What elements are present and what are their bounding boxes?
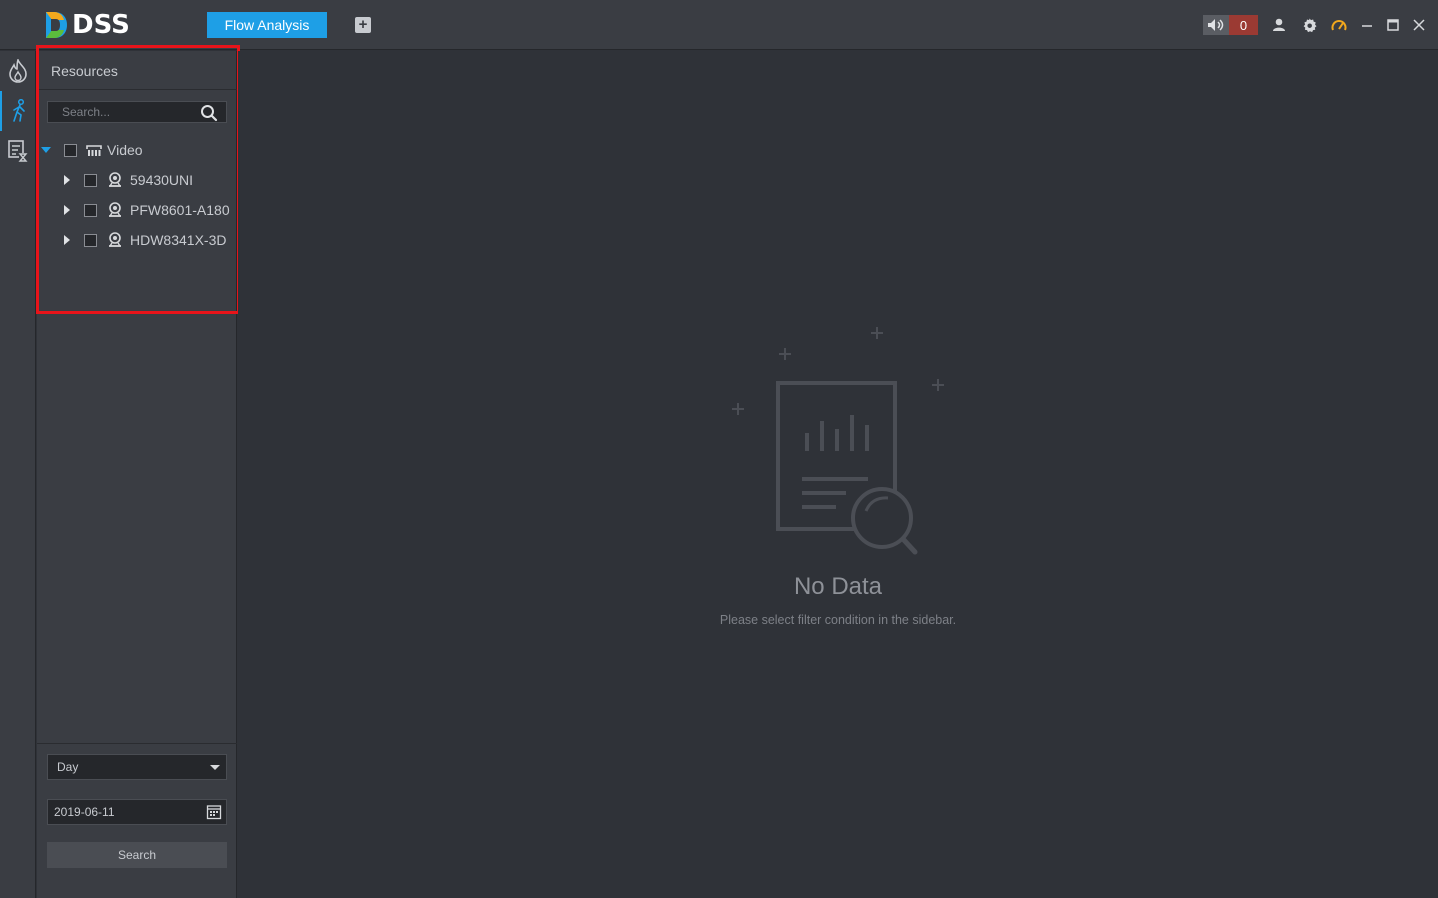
camera-icon — [107, 202, 123, 218]
top-bar: DSS Flow Analysis + 0 — [0, 0, 1438, 50]
camera-icon — [107, 172, 123, 188]
tree-node-label[interactable]: Video — [107, 142, 143, 158]
tree-checkbox[interactable] — [84, 173, 97, 187]
camera-icon — [107, 232, 123, 248]
resources-title: Resources — [51, 63, 118, 79]
tree-node-label[interactable]: PFW8601-A180 — [130, 202, 230, 218]
search-button[interactable]: Search — [47, 842, 227, 868]
chevron-down-icon — [210, 765, 220, 770]
no-data-title: No Data — [793, 573, 883, 600]
device-group-icon — [86, 142, 102, 158]
main-content: No Data Please select filter condition i… — [238, 51, 1438, 898]
expand-toggle[interactable] — [41, 145, 51, 155]
tree-checkbox[interactable] — [84, 233, 97, 247]
expand-toggle[interactable] — [62, 235, 72, 245]
gear-icon — [1303, 17, 1317, 32]
rail-item-heatmap[interactable] — [0, 51, 36, 91]
performance-button[interactable] — [1330, 16, 1348, 34]
tree-node-device: HDW8341X-3D — [62, 229, 226, 251]
resource-search-input[interactable] — [48, 102, 198, 122]
tree-node-device: 59430UNI — [62, 169, 193, 191]
expand-toggle[interactable] — [62, 205, 72, 215]
add-tab-button[interactable]: + — [355, 17, 371, 33]
caret-right-icon — [64, 175, 70, 185]
alarm-count-badge[interactable]: 0 — [1229, 15, 1258, 35]
close-icon — [1413, 19, 1425, 31]
search-icon[interactable] — [200, 104, 218, 122]
period-select[interactable]: Day — [47, 754, 227, 780]
speedometer-icon — [1331, 20, 1347, 31]
divider — [37, 89, 237, 90]
date-field[interactable]: 2019-06-11 — [47, 799, 227, 825]
speaker-mute-icon — [1208, 19, 1224, 31]
caret-down-icon — [41, 147, 51, 153]
caret-right-icon — [64, 205, 70, 215]
calendar-icon[interactable] — [206, 804, 222, 820]
tree-checkbox[interactable] — [64, 143, 77, 157]
caret-right-icon — [64, 235, 70, 245]
rail-item-report[interactable] — [0, 131, 36, 171]
mute-button[interactable] — [1203, 15, 1229, 35]
user-icon — [1273, 18, 1285, 31]
brand-name: DSS — [72, 10, 130, 40]
tree-node-label[interactable]: 59430UNI — [130, 172, 193, 188]
rail-item-flow-analysis[interactable] — [0, 91, 36, 131]
minimize-icon — [1362, 25, 1372, 27]
dss-logo: DSS — [42, 8, 130, 42]
flame-icon — [9, 59, 27, 83]
tree-node-video: Video — [41, 139, 143, 161]
settings-button[interactable] — [1300, 16, 1318, 34]
maximize-button[interactable] — [1384, 16, 1402, 34]
dss-logo-mark-icon — [46, 12, 67, 38]
date-field-value: 2019-06-11 — [54, 805, 115, 819]
tree-checkbox[interactable] — [84, 203, 97, 217]
left-rail — [0, 51, 36, 898]
tab-flow-analysis[interactable]: Flow Analysis — [207, 12, 327, 38]
expand-toggle[interactable] — [62, 175, 72, 185]
divider — [37, 743, 237, 744]
resource-search-box — [47, 101, 227, 123]
tree-node-device: PFW8601-A180 — [62, 199, 230, 221]
minimize-button[interactable] — [1358, 16, 1376, 34]
person-walk-icon — [13, 99, 25, 122]
no-data-subtitle: Please select filter condition in the si… — [719, 613, 957, 627]
report-clock-icon — [8, 140, 28, 162]
close-button[interactable] — [1410, 16, 1428, 34]
no-data-report-icon — [732, 327, 944, 555]
period-select-value: Day — [57, 760, 79, 774]
user-button[interactable] — [1270, 16, 1288, 34]
resources-sidebar: Resources Video — [37, 51, 237, 898]
tree-node-label[interactable]: HDW8341X-3D — [130, 232, 226, 248]
maximize-icon — [1387, 19, 1399, 31]
